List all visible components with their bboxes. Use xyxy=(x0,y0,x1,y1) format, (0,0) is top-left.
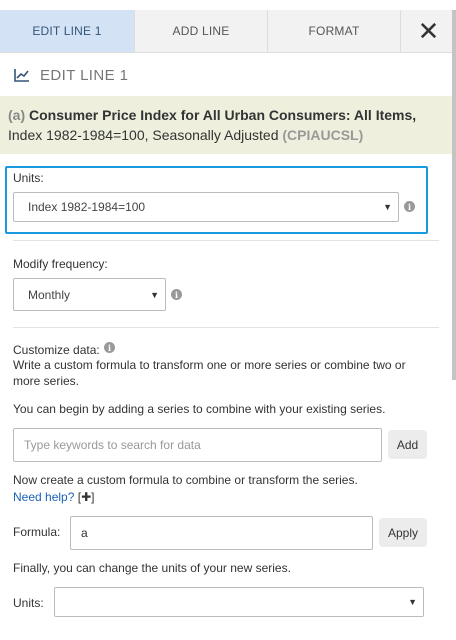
divider xyxy=(13,240,439,241)
help-toggle[interactable]: [✚] xyxy=(78,490,95,504)
tab-bar: EDIT LINE 1 ADD LINE FORMAT ✕ xyxy=(0,10,456,53)
formula-input[interactable]: a xyxy=(70,516,373,550)
need-help-link[interactable]: Need help? xyxy=(13,490,74,504)
scrollbar[interactable] xyxy=(452,10,456,380)
series-code: (CPIAUCSL) xyxy=(282,127,364,143)
final-text: Finally, you can change the units of you… xyxy=(13,561,291,575)
series-info: (a) Consumer Price Index for All Urban C… xyxy=(0,96,452,154)
customize-description: Write a custom formula to transform one … xyxy=(13,358,406,388)
help-line: Need help? [✚] xyxy=(13,489,94,505)
info-icon[interactable]: i xyxy=(404,201,415,212)
tab-format[interactable]: FORMAT xyxy=(268,10,401,52)
units-select[interactable]: Index 1982-1984=100 ▼ xyxy=(13,192,399,222)
tab-edit-line[interactable]: EDIT LINE 1 xyxy=(0,10,135,52)
begin-text: You can begin by adding a series to comb… xyxy=(13,402,386,416)
units-select-value: Index 1982-1984=100 xyxy=(28,200,146,214)
close-icon[interactable]: ✕ xyxy=(401,10,456,52)
formula-value: a xyxy=(81,526,88,540)
line-chart-icon xyxy=(14,69,29,82)
series-detail: Index 1982-1984=100, Seasonally Adjusted xyxy=(8,127,279,143)
frequency-select-value: Monthly xyxy=(28,287,71,302)
apply-button[interactable]: Apply xyxy=(379,518,427,547)
search-input[interactable]: Type keywords to search for data xyxy=(13,428,382,462)
divider xyxy=(13,327,439,328)
chevron-down-icon: ▼ xyxy=(383,202,392,212)
frequency-label: Modify frequency: xyxy=(13,257,108,271)
chevron-down-icon: ▼ xyxy=(150,289,159,300)
series-name: Consumer Price Index for All Urban Consu… xyxy=(29,107,417,123)
info-icon[interactable]: i xyxy=(171,289,182,300)
info-icon[interactable]: i xyxy=(104,342,115,353)
formula-label: Formula: xyxy=(13,525,61,539)
new-units-label: Units: xyxy=(13,596,44,610)
panel-title: EDIT LINE 1 xyxy=(40,66,129,84)
frequency-select[interactable]: Monthly ▼ xyxy=(13,278,166,311)
units-label: Units: xyxy=(13,171,44,185)
series-letter: (a) xyxy=(8,107,26,123)
formula-intro: Now create a custom formula to combine o… xyxy=(13,473,358,487)
add-button[interactable]: Add xyxy=(388,430,427,459)
new-units-select[interactable]: ▼ xyxy=(54,587,424,617)
chevron-down-icon: ▼ xyxy=(408,597,417,607)
customize-label: Customize data: xyxy=(13,343,100,357)
tab-add-line[interactable]: ADD LINE xyxy=(135,10,268,52)
panel-header: EDIT LINE 1 xyxy=(0,54,456,96)
search-placeholder: Type keywords to search for data xyxy=(24,438,201,452)
